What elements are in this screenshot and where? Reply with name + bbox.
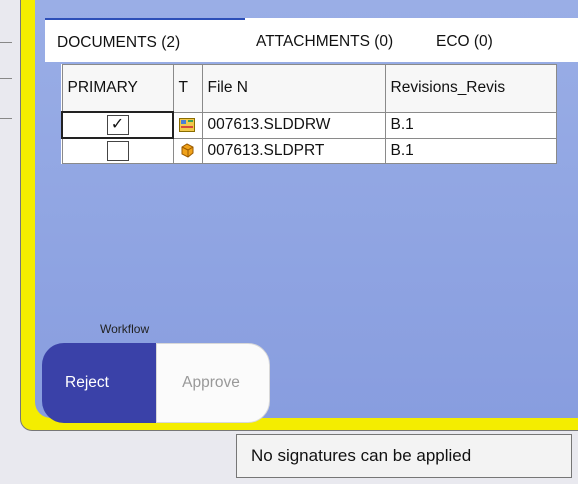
reject-button[interactable]: Reject — [42, 343, 156, 423]
drawing-icon — [179, 117, 195, 132]
type-cell — [172, 137, 203, 164]
primary-checkbox[interactable]: ✓ — [106, 115, 129, 135]
left-edge-tick — [0, 118, 12, 119]
left-edge-tick — [0, 78, 12, 79]
column-header-type[interactable]: T — [172, 64, 203, 113]
approve-label: Approve — [182, 374, 240, 391]
column-header-file-name[interactable]: File N — [201, 64, 386, 113]
table-row[interactable]: ✓ 007613.SLDDRW B.1 — [61, 111, 557, 139]
tab-attachments[interactable]: ATTACHMENTS (0) — [256, 18, 393, 62]
revision-cell: B.1 — [384, 137, 557, 164]
workflow-label: Workflow — [100, 322, 150, 336]
file-name-cell: 007613.SLDDRW — [201, 111, 386, 139]
column-header-primary[interactable]: PRIMARY — [61, 64, 174, 113]
type-cell — [172, 111, 203, 139]
part-icon — [181, 143, 193, 158]
documents-table: PRIMARY T File N Revisions_Revis ✓ 00761… — [61, 64, 557, 164]
table-row[interactable]: 007613.SLDPRT B.1 — [61, 137, 557, 164]
left-edge-tick — [0, 42, 12, 43]
primary-cell[interactable] — [61, 137, 174, 164]
column-header-revision[interactable]: Revisions_Revis — [384, 64, 557, 113]
revision-cell: B.1 — [384, 111, 557, 139]
tab-eco[interactable]: ECO (0) — [436, 18, 493, 62]
file-name-cell: 007613.SLDPRT — [201, 137, 386, 164]
tooltip: No signatures can be applied — [236, 434, 572, 478]
reject-label: Reject — [65, 374, 109, 391]
tab-documents[interactable]: DOCUMENTS (2) — [45, 18, 245, 62]
table-header-row: PRIMARY T File N Revisions_Revis — [61, 64, 557, 113]
approve-button[interactable]: Approve — [156, 343, 270, 423]
primary-cell[interactable]: ✓ — [61, 111, 174, 139]
primary-checkbox[interactable] — [106, 141, 129, 161]
